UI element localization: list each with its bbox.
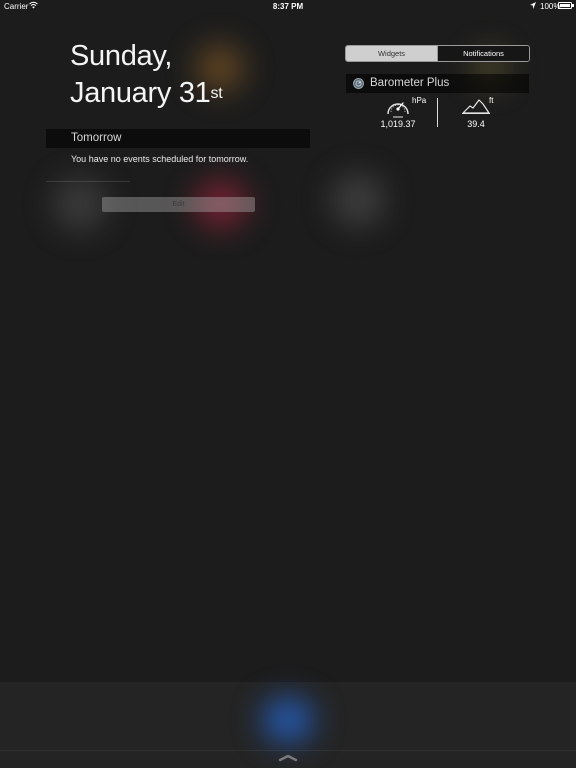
close-grabber-icon[interactable]: [278, 753, 298, 763]
status-time: 8:37 PM: [272, 2, 304, 11]
pressure-unit-label: hPa: [412, 96, 427, 105]
no-events-message: You have no events scheduled for tomorro…: [71, 154, 249, 164]
blurred-dock-app-icon: [258, 694, 318, 746]
battery-icon: [558, 2, 572, 9]
pressure-value: 1,019.37: [380, 119, 416, 129]
mountain-icon: [462, 99, 490, 114]
tomorrow-section-title: Tomorrow: [71, 132, 122, 144]
widget-separator: [437, 98, 438, 127]
date-heading: Sunday, January 31st: [70, 38, 223, 116]
date-weekday: Sunday,: [70, 40, 173, 72]
battery-tip: [572, 4, 574, 7]
date-month-day: January 31: [70, 77, 211, 109]
tab-widgets[interactable]: Widgets: [346, 46, 437, 61]
view-segmented-control: Widgets Notifications: [345, 45, 530, 62]
edit-button[interactable]: Edit: [102, 197, 255, 212]
date-ordinal-suffix: st: [210, 85, 223, 102]
status-bar: Carrier 8:37 PM 100%: [0, 0, 576, 13]
gauge-icon: [387, 102, 409, 118]
battery-fill: [560, 4, 570, 7]
altitude-value: 39.4: [467, 119, 485, 129]
tomorrow-section-header: Tomorrow: [46, 129, 310, 148]
barometer-widget-title: Barometer Plus: [370, 77, 450, 89]
blurred-app-icon: [52, 176, 108, 232]
dock-divider: [0, 750, 576, 751]
tab-notifications[interactable]: Notifications: [437, 46, 529, 61]
altitude-unit-label: ft: [489, 96, 494, 105]
date-day: January 31st: [70, 75, 223, 116]
barometer-plus-app-icon: [353, 78, 364, 89]
barometer-widget-header[interactable]: Barometer Plus: [346, 74, 529, 93]
section-divider: [46, 181, 130, 182]
location-arrow-icon: [530, 2, 536, 9]
blurred-app-icon: [330, 172, 386, 228]
